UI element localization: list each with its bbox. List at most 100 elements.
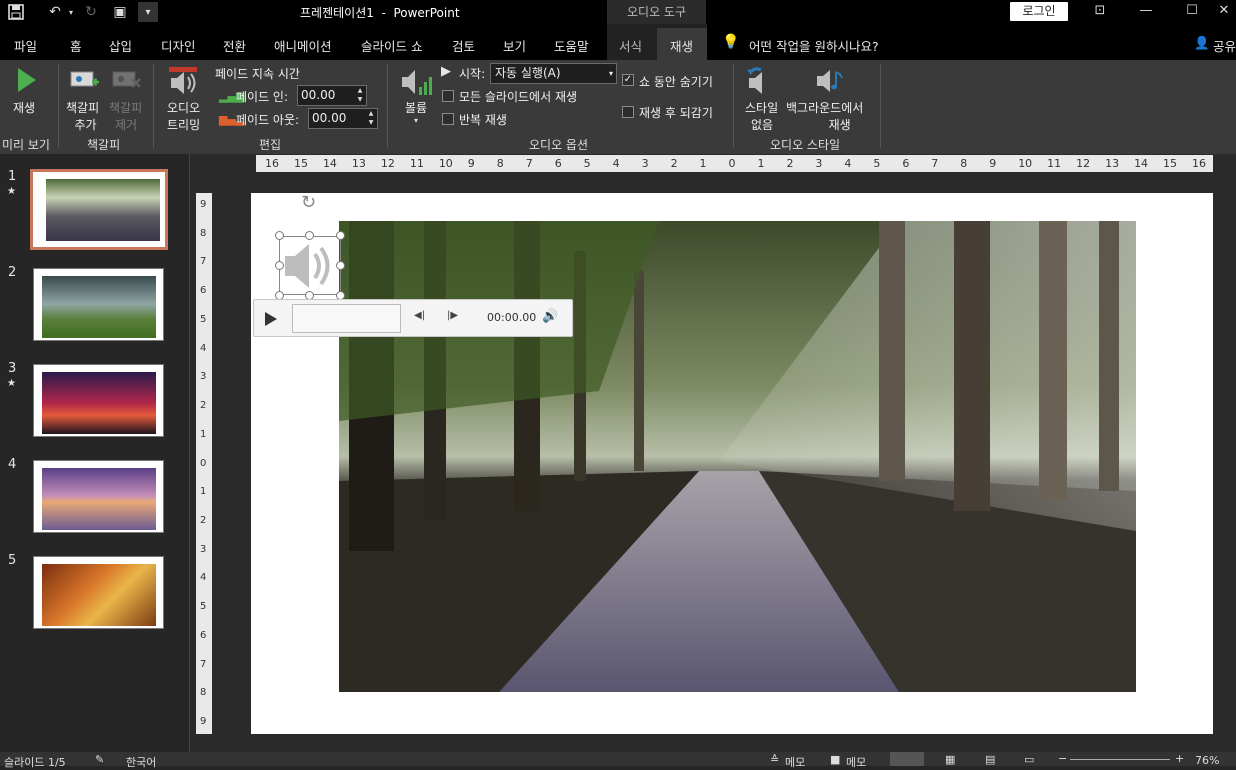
play-in-background-icon[interactable] — [814, 66, 846, 99]
hide-during-show-checkbox[interactable]: ✓ — [622, 74, 634, 86]
play-button[interactable]: 재생 — [13, 99, 35, 116]
play-across-slides-checkbox[interactable] — [442, 90, 454, 102]
trim-audio-button[interactable]: 오디오 트리밍 — [167, 99, 200, 133]
rewind-after-checkbox[interactable] — [622, 106, 634, 118]
login-button[interactable]: 로그인 — [1010, 2, 1068, 21]
group-audio-options: 오디오 옵션 — [529, 138, 589, 152]
normal-view-button[interactable] — [890, 752, 924, 766]
ribbon-display-icon[interactable]: ⊡ — [1080, 0, 1120, 24]
tab-transitions[interactable]: 전환 — [223, 36, 246, 55]
ruler-tick-label: 15 — [293, 157, 308, 170]
remove-bookmark-icon[interactable] — [112, 69, 142, 94]
comments-icon[interactable]: ■ — [830, 753, 840, 766]
language-label[interactable]: 한국어 — [126, 754, 156, 770]
save-icon[interactable] — [6, 2, 26, 22]
player-volume-icon[interactable]: 🔊 — [542, 309, 558, 324]
slideshow-view-icon[interactable]: ▭ — [1024, 753, 1034, 766]
no-style-icon[interactable] — [745, 66, 777, 99]
volume-button[interactable]: 볼륨 — [405, 99, 427, 116]
zoom-slider[interactable] — [1070, 759, 1170, 760]
resize-handle[interactable] — [305, 231, 314, 240]
close-button[interactable]: ✕ — [1212, 0, 1236, 24]
volume-dropdown-icon[interactable]: ▾ — [414, 116, 418, 125]
player-progress-bar[interactable] — [292, 304, 401, 333]
tab-help[interactable]: 도움말 — [554, 36, 589, 55]
share-button[interactable]: 공유 — [1213, 36, 1236, 55]
play-in-background-button[interactable]: 백그라운드에서 재생 — [786, 99, 863, 133]
rotate-handle-icon[interactable]: ↻ — [301, 192, 316, 213]
reading-view-icon[interactable]: ▤ — [985, 753, 995, 766]
undo-dropdown-icon[interactable]: ▾ — [66, 2, 76, 22]
notes-button[interactable]: 메모 — [785, 754, 805, 770]
ruler-tick-label: 3 — [200, 371, 207, 383]
speaker-icon[interactable] — [281, 240, 339, 295]
fade-in-input[interactable]: 00.00 ▲ ▼ — [297, 85, 367, 106]
maximize-button[interactable]: ☐ — [1172, 0, 1212, 24]
group-separator — [58, 64, 59, 148]
hide-during-show-label: 쇼 동안 숨기기 — [639, 75, 713, 89]
ruler-tick-label: 5 — [200, 313, 207, 325]
tab-insert[interactable]: 삽입 — [109, 36, 132, 55]
tab-file[interactable]: 파일 — [14, 36, 37, 55]
slide-thumbnail-4[interactable] — [33, 460, 164, 533]
volume-icon[interactable] — [400, 67, 434, 100]
status-bar: 슬라이드 1/5 ✎ 한국어 ≙ 메모 ■ 메모 ▦ ▤ ▭ − + 76% — [0, 752, 1236, 769]
forest-road-image[interactable] — [339, 221, 1136, 692]
no-style-button[interactable]: 스타일 없음 — [745, 99, 778, 133]
lightbulb-icon[interactable]: 💡 — [722, 34, 739, 50]
resize-handle[interactable] — [275, 261, 284, 270]
slide-sorter-icon[interactable]: ▦ — [945, 753, 955, 766]
ruler-tick-label: 14 — [1134, 157, 1149, 170]
tab-view[interactable]: 보기 — [503, 36, 526, 55]
redo-icon[interactable]: ↻ — [82, 2, 100, 22]
resize-handle[interactable] — [275, 231, 284, 240]
tab-format[interactable]: 서식 — [619, 36, 642, 55]
tab-slideshow[interactable]: 슬라이드 쇼 — [361, 36, 422, 55]
ruler-tick-label: 11 — [409, 157, 424, 170]
present-from-start-icon[interactable]: ▣ — [110, 2, 130, 22]
add-bookmark-button[interactable]: 책갈피 추가 — [66, 99, 99, 133]
slide-thumbnail-2[interactable] — [33, 268, 164, 341]
loop-checkbox[interactable] — [442, 113, 454, 125]
ruler-tick-label: 1 — [757, 157, 765, 170]
trim-audio-icon[interactable] — [167, 66, 199, 99]
undo-icon[interactable]: ↶ — [44, 2, 66, 22]
slide-thumbnail-1[interactable] — [30, 169, 168, 250]
tell-me-search[interactable]: 어떤 작업을 원하시나요? — [749, 36, 879, 55]
player-back-icon[interactable]: ◀| — [414, 310, 425, 321]
resize-handle[interactable] — [336, 261, 345, 270]
play-icon[interactable] — [16, 67, 38, 96]
tab-home[interactable]: 홈 — [70, 36, 82, 55]
group-separator — [733, 64, 734, 148]
zoom-in-button[interactable]: + — [1175, 752, 1184, 765]
zoom-out-button[interactable]: − — [1058, 752, 1067, 765]
tab-review[interactable]: 검토 — [452, 36, 475, 55]
slide-thumbnail-5[interactable] — [33, 556, 164, 629]
window-title: 프레젠테이션1 - PowerPoint — [300, 6, 460, 20]
ruler-tick-label: 5 — [873, 157, 881, 170]
start-dropdown[interactable]: 자동 실행(A) ▾ — [490, 63, 617, 84]
comments-button[interactable]: 메모 — [846, 754, 866, 770]
resize-handle[interactable] — [336, 231, 345, 240]
customize-qat-button[interactable]: ▾ — [138, 2, 158, 22]
user-icon[interactable]: 👤 — [1194, 35, 1210, 51]
zoom-level[interactable]: 76% — [1195, 754, 1219, 767]
minimize-button[interactable]: — — [1126, 0, 1166, 24]
tab-animations[interactable]: 애니메이션 — [274, 36, 332, 55]
group-separator — [153, 64, 154, 148]
tab-playback[interactable]: 재생 — [670, 36, 693, 55]
fade-out-input[interactable]: 00.00 ▲ ▼ — [308, 108, 378, 129]
animation-star-icon: ★ — [7, 186, 16, 197]
notes-icon[interactable]: ≙ — [770, 753, 779, 766]
ruler-tick-label: 8 — [496, 157, 504, 170]
slide-number: 4 — [8, 457, 17, 472]
ruler-tick-label: 9 — [200, 199, 207, 210]
add-bookmark-icon[interactable] — [70, 69, 100, 94]
spellcheck-icon[interactable]: ✎ — [95, 753, 104, 766]
tab-design[interactable]: 디자인 — [161, 36, 196, 55]
player-play-icon[interactable] — [264, 311, 278, 330]
slide-thumbnail-3[interactable] — [33, 364, 164, 437]
start-label: 시작: — [459, 67, 486, 81]
ruler-tick-label: 15 — [1163, 157, 1178, 170]
player-forward-icon[interactable]: |▶ — [447, 310, 458, 321]
